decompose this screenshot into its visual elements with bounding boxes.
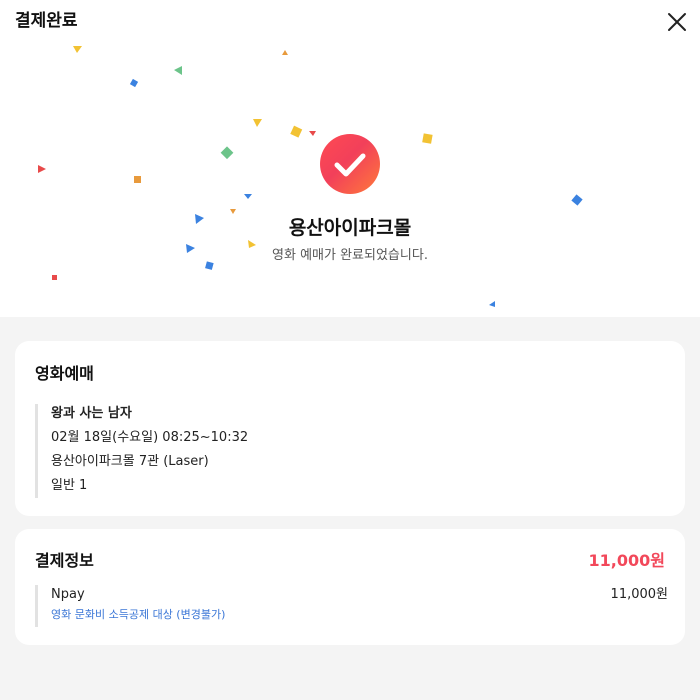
- showtime: 02월 18일(수요일) 08:25~10:32: [51, 430, 249, 445]
- payment-info-card: 결제정보 11,000원 Npay 11,000원 영화 문화비 소득공제 대상…: [15, 529, 685, 645]
- payment-total: 11,000원: [588, 551, 665, 570]
- theater-name: 용산아이파크몰: [288, 217, 412, 239]
- movie-booking-card: 영화예매 왕과 사는 남자 02월 18일(수요일) 08:25~10:32 용…: [15, 341, 685, 516]
- theater-location: 용산아이파크몰 7관 (Laser): [51, 454, 209, 469]
- completion-message: 영화 예매가 완료되었습니다.: [272, 248, 428, 263]
- payment-method: Npay: [51, 587, 85, 602]
- tax-deduction-note: 영화 문화비 소득공제 대상 (변경불가): [51, 608, 226, 621]
- movie-card-title: 영화예매: [35, 364, 94, 383]
- payment-details: Npay 11,000원 영화 문화비 소득공제 대상 (변경불가): [35, 585, 668, 627]
- completion-panel: 결제완료 용산아이파크몰 영화 예매가 완료되었습니다.: [0, 0, 700, 317]
- payment-method-amount: 11,000원: [610, 587, 668, 602]
- check-circle-icon: [320, 134, 380, 194]
- movie-title: 왕과 사는 남자: [51, 406, 132, 421]
- audience-count: 일반 1: [51, 478, 88, 493]
- movie-details: 왕과 사는 남자 02월 18일(수요일) 08:25~10:32 용산아이파크…: [35, 404, 658, 498]
- payment-card-title: 결제정보: [35, 551, 94, 570]
